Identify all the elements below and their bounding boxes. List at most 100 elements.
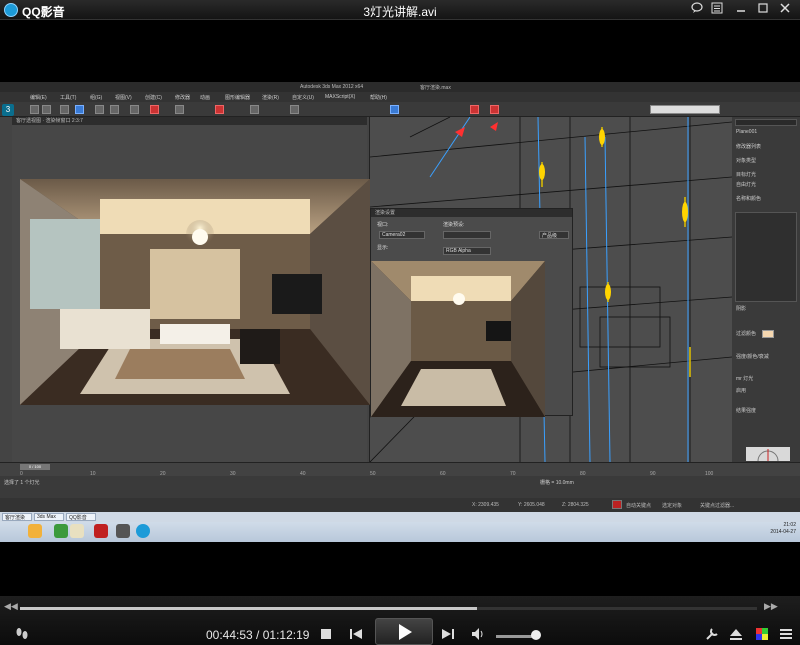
task-tab: 客厅渲染	[2, 513, 32, 521]
max-main-toolbar: 3	[0, 102, 800, 117]
rotate-icon	[95, 105, 104, 114]
max-timeline: 0 / 100 0 10 20 30 40 50 60 70 80 90 100	[0, 462, 800, 477]
rendered-living-room-image	[20, 179, 370, 405]
render-frame-area: 客厅透视图 · 渲染帧窗口 2:3:7	[0, 117, 370, 462]
panel-tabs	[735, 119, 797, 126]
channel-select: RGB Alpha	[443, 247, 491, 255]
teapot-icon	[470, 105, 479, 114]
qq-player-window: QQ影音 3灯光讲解.avi Autodesk 3ds Max 2012 x64…	[0, 0, 800, 645]
player-control-bar: ◀◀ ▶▶ 00:44:53 / 01:12:19	[0, 596, 800, 645]
taskbar-clock: 21:02 2014-04-27	[770, 522, 796, 536]
max-title-text: Autodesk 3ds Max 2012 x64	[300, 84, 364, 90]
scale-icon	[110, 105, 119, 114]
search-field	[650, 105, 720, 114]
volume-knob[interactable]	[530, 630, 541, 640]
menu-item: 动画	[200, 95, 211, 101]
time-separator: /	[252, 628, 263, 642]
panel-label: mr 灯光	[736, 376, 754, 382]
menu-item: 帮助(H)	[370, 95, 387, 101]
volume-icon[interactable]	[470, 626, 486, 642]
minimize-icon[interactable]	[732, 2, 750, 18]
preset-select	[443, 231, 491, 239]
render-window-title: 客厅透视图 · 渲染帧窗口 2:3:7	[12, 117, 367, 125]
menu-item: 修改器	[175, 95, 191, 101]
redo-icon	[42, 105, 51, 114]
seek-forward-arrow-icon[interactable]: ▶▶	[764, 601, 778, 612]
viewport-nav-icon	[390, 105, 399, 114]
command-panel: Plane001 修改器列表 对象类型 目标灯光 自由灯光 名称和颜色 阴影 过…	[732, 117, 800, 462]
preset-label: 渲染预设:	[443, 222, 465, 228]
footprint-icon[interactable]	[14, 626, 30, 642]
task-tabs: 客厅渲染 3ds Max QQ影音	[0, 512, 800, 522]
panel-label: 过滤颜色	[736, 331, 757, 337]
coord-y: Y: 2605.048	[518, 502, 545, 508]
maximize-icon[interactable]	[754, 2, 772, 18]
qq-player-taskbar-icon	[136, 524, 150, 538]
menu-item: 视图(V)	[115, 95, 132, 101]
max-status-bar: X: 2309.435 Y: 2605.048 Z: 2804.325 自动关键…	[0, 498, 800, 512]
align-icon	[290, 105, 299, 114]
previous-icon[interactable]	[348, 626, 364, 642]
menu-icon[interactable]	[778, 626, 794, 642]
seek-progress	[20, 607, 477, 610]
max-prompt-area: 选择了 1 个灯光 栅格 = 10.0mm	[0, 476, 800, 498]
material-icon	[175, 105, 184, 114]
snap-icon	[130, 105, 139, 114]
next-icon[interactable]	[440, 626, 456, 642]
viewport-select: Camera02	[379, 231, 425, 239]
stop-icon[interactable]	[318, 626, 334, 642]
panel-label: 阴影	[736, 306, 747, 312]
panel-label: 目标灯光	[736, 172, 757, 178]
auto-key-button	[612, 500, 622, 509]
recorded-windows-taskbar: 客厅渲染 3ds Max QQ影音 21:02 2014-04-27	[0, 512, 800, 542]
menu-item: 组(G)	[90, 95, 103, 101]
panel-label: 强度/颜色/衰减	[736, 354, 769, 360]
eject-icon[interactable]	[728, 626, 744, 642]
title-bar: QQ影音 3灯光讲解.avi	[0, 0, 800, 20]
settings-icon[interactable]	[704, 626, 720, 642]
seek-back-arrow-icon[interactable]: ◀◀	[4, 601, 18, 612]
video-frame[interactable]: Autodesk 3ds Max 2012 x64 客厅渲染.max 编辑(E)…	[0, 82, 800, 542]
panel-label: 结果强度	[736, 408, 757, 414]
render-frame-window: 客厅透视图 · 渲染帧窗口 2:3:7	[12, 117, 370, 462]
panel-list	[735, 212, 797, 302]
auto-key-label: 自动关键点	[626, 503, 652, 509]
time-display: 00:44:53 / 01:12:19	[206, 628, 309, 642]
render-setup-dialog: 渲染设置 视口: Camera02 渲染预设: 产品级 显示: RGB Alph…	[370, 208, 573, 417]
task-tab: QQ影音	[66, 513, 96, 521]
menu-item: MAXScript(X)	[325, 94, 356, 100]
max-window-title: Autodesk 3ds Max 2012 x64 客厅渲染.max	[0, 82, 800, 92]
chat-icon[interactable]	[688, 2, 706, 18]
render-icon	[215, 105, 224, 114]
3ds-max-logo-icon: 3	[2, 104, 14, 116]
current-time: 00:44:53	[206, 628, 253, 642]
app-icon	[28, 524, 42, 538]
play-button[interactable]	[375, 618, 433, 645]
panel-label: 对象类型	[736, 158, 757, 164]
render-setup-icon	[150, 105, 159, 114]
close-icon[interactable]	[776, 2, 794, 18]
list-icon[interactable]	[708, 2, 726, 18]
app-icon	[94, 524, 108, 538]
menu-item: 创建(C)	[145, 95, 162, 101]
color-icon[interactable]	[754, 626, 770, 642]
max-menu-bar: 编辑(E) 工具(T) 组(G) 视图(V) 创建(C) 修改器 动画 图形编辑…	[0, 92, 800, 102]
key-filter-label: 关键点过滤器...	[700, 503, 735, 509]
clock-time: 21:02	[783, 522, 796, 528]
status-prompt: 选择了 1 个灯光	[4, 480, 40, 486]
max-file-text: 客厅渲染.max	[420, 85, 451, 91]
menu-item: 渲染(R)	[262, 95, 279, 101]
menu-item: 编辑(E)	[30, 95, 47, 101]
panel-label: 自由灯光	[736, 182, 757, 188]
viewport-label: 视口:	[377, 222, 389, 228]
display-label: 显示:	[377, 245, 389, 251]
panel-label: 修改器列表	[736, 144, 762, 150]
seek-bar[interactable]	[20, 607, 757, 610]
dialog-title: 渲染设置	[371, 209, 572, 217]
menu-item: 图形编辑器	[225, 95, 251, 101]
panel-label: 启用	[736, 388, 747, 394]
app-icon	[116, 524, 130, 538]
file-title: 3灯光讲解.avi	[363, 5, 437, 19]
grid-readout: 栅格 = 10.0mm	[540, 480, 574, 486]
move-icon	[75, 105, 84, 114]
